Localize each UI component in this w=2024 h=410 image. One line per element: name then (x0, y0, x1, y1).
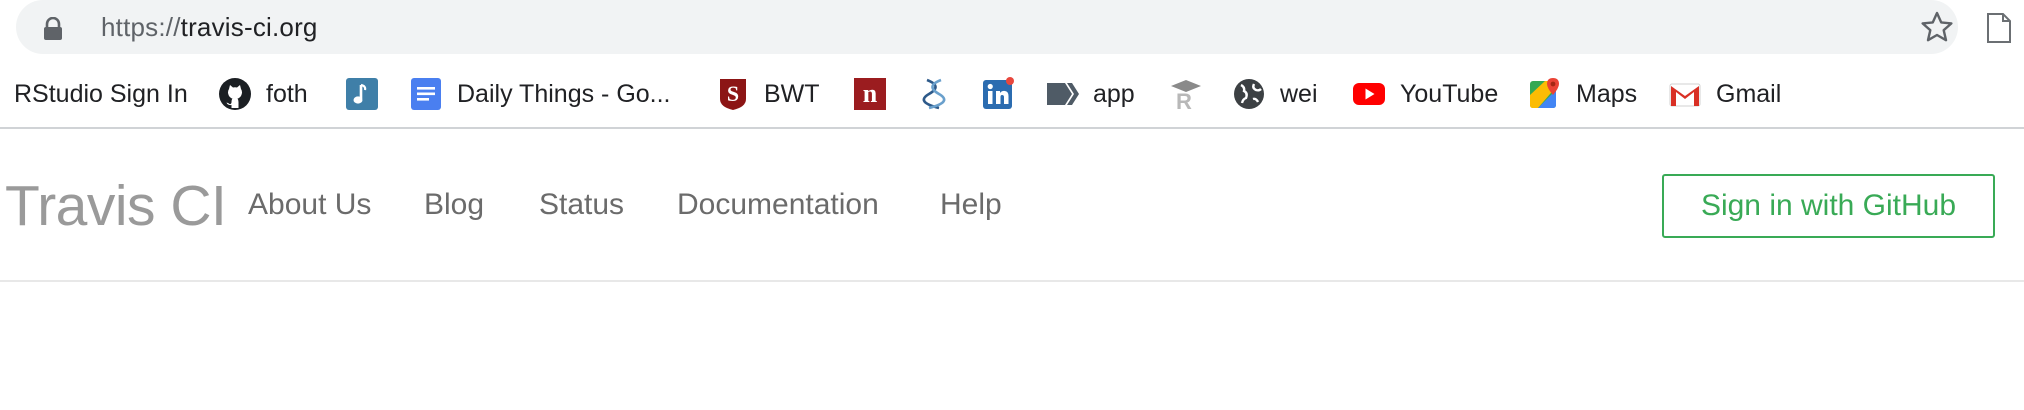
bookmark-label: YouTube (1400, 79, 1499, 108)
bookmark-label: wei (1280, 79, 1318, 108)
n-icon: n (853, 77, 887, 111)
music-note-icon (345, 77, 379, 111)
url-host: travis-ci.org (180, 12, 318, 42)
bookmark-youtube[interactable]: YouTube (1352, 66, 1498, 122)
gmail-icon (1668, 77, 1702, 111)
bookmark-foth[interactable]: foth (218, 66, 308, 122)
svg-text:R: R (1176, 89, 1192, 111)
address-bar-row: https://travis-ci.org (0, 0, 2024, 60)
bookmark-dna[interactable] (917, 66, 951, 122)
bookmark-daily-things[interactable]: Daily Things - Go... (409, 66, 671, 122)
bookmark-music[interactable] (345, 66, 379, 122)
nav-about-us[interactable]: About Us (248, 187, 371, 223)
google-maps-icon (1528, 77, 1562, 111)
bookmark-label: RStudio Sign In (14, 79, 188, 108)
bookmark-app[interactable]: app (1045, 66, 1135, 122)
nav-blog[interactable]: Blog (424, 187, 484, 223)
bookmark-rstudio[interactable]: RStudio Sign In (14, 66, 188, 122)
bookmark-bwt[interactable]: S BWT (716, 66, 820, 122)
nav-status[interactable]: Status (539, 187, 624, 223)
dna-icon (917, 77, 951, 111)
svg-text:n: n (863, 79, 878, 108)
site-header: Travis CI About Us Blog Status Documenta… (0, 129, 2024, 281)
globe-icon (1232, 77, 1266, 111)
nav-help[interactable]: Help (940, 187, 1002, 223)
youtube-icon (1352, 77, 1386, 111)
bookmarks-bar: RStudio Sign In foth Daily Things - Go..… (0, 66, 2024, 122)
r-graduation-icon: R (1168, 77, 1202, 111)
url-scheme: https:// (101, 12, 181, 42)
lock-icon (44, 17, 62, 40)
bookmark-r[interactable]: R (1168, 66, 1202, 122)
bookmark-label: foth (266, 79, 308, 108)
google-docs-icon (409, 77, 443, 111)
bookmark-star-icon[interactable] (1920, 10, 1954, 44)
linkedin-icon (981, 77, 1015, 111)
stanford-icon: S (716, 77, 750, 111)
bookmark-maps[interactable]: Maps (1528, 66, 1637, 122)
travis-ci-logo[interactable]: Travis CI (5, 173, 227, 239)
page-content (0, 282, 2024, 410)
reading-list-icon[interactable] (1986, 12, 2012, 44)
url-text[interactable]: https://travis-ci.org (101, 12, 318, 42)
app-icon (1045, 77, 1079, 111)
bookmark-linkedin[interactable] (981, 66, 1015, 122)
github-icon (218, 77, 252, 111)
bookmark-label: Maps (1576, 79, 1638, 108)
bookmark-label: Gmail (1716, 79, 1782, 108)
bookmark-gmail[interactable]: Gmail (1668, 66, 1781, 122)
address-bar[interactable]: https://travis-ci.org (16, 0, 1958, 54)
bookmark-wei[interactable]: wei (1232, 66, 1318, 122)
nav-documentation[interactable]: Documentation (677, 187, 879, 223)
bookmark-n[interactable]: n (853, 66, 887, 122)
bookmark-label: app (1093, 79, 1135, 108)
bookmark-label: BWT (764, 79, 820, 108)
bookmark-label: Daily Things - Go... (457, 79, 671, 108)
svg-text:S: S (727, 81, 739, 106)
sign-in-with-github-button[interactable]: Sign in with GitHub (1662, 174, 1995, 238)
